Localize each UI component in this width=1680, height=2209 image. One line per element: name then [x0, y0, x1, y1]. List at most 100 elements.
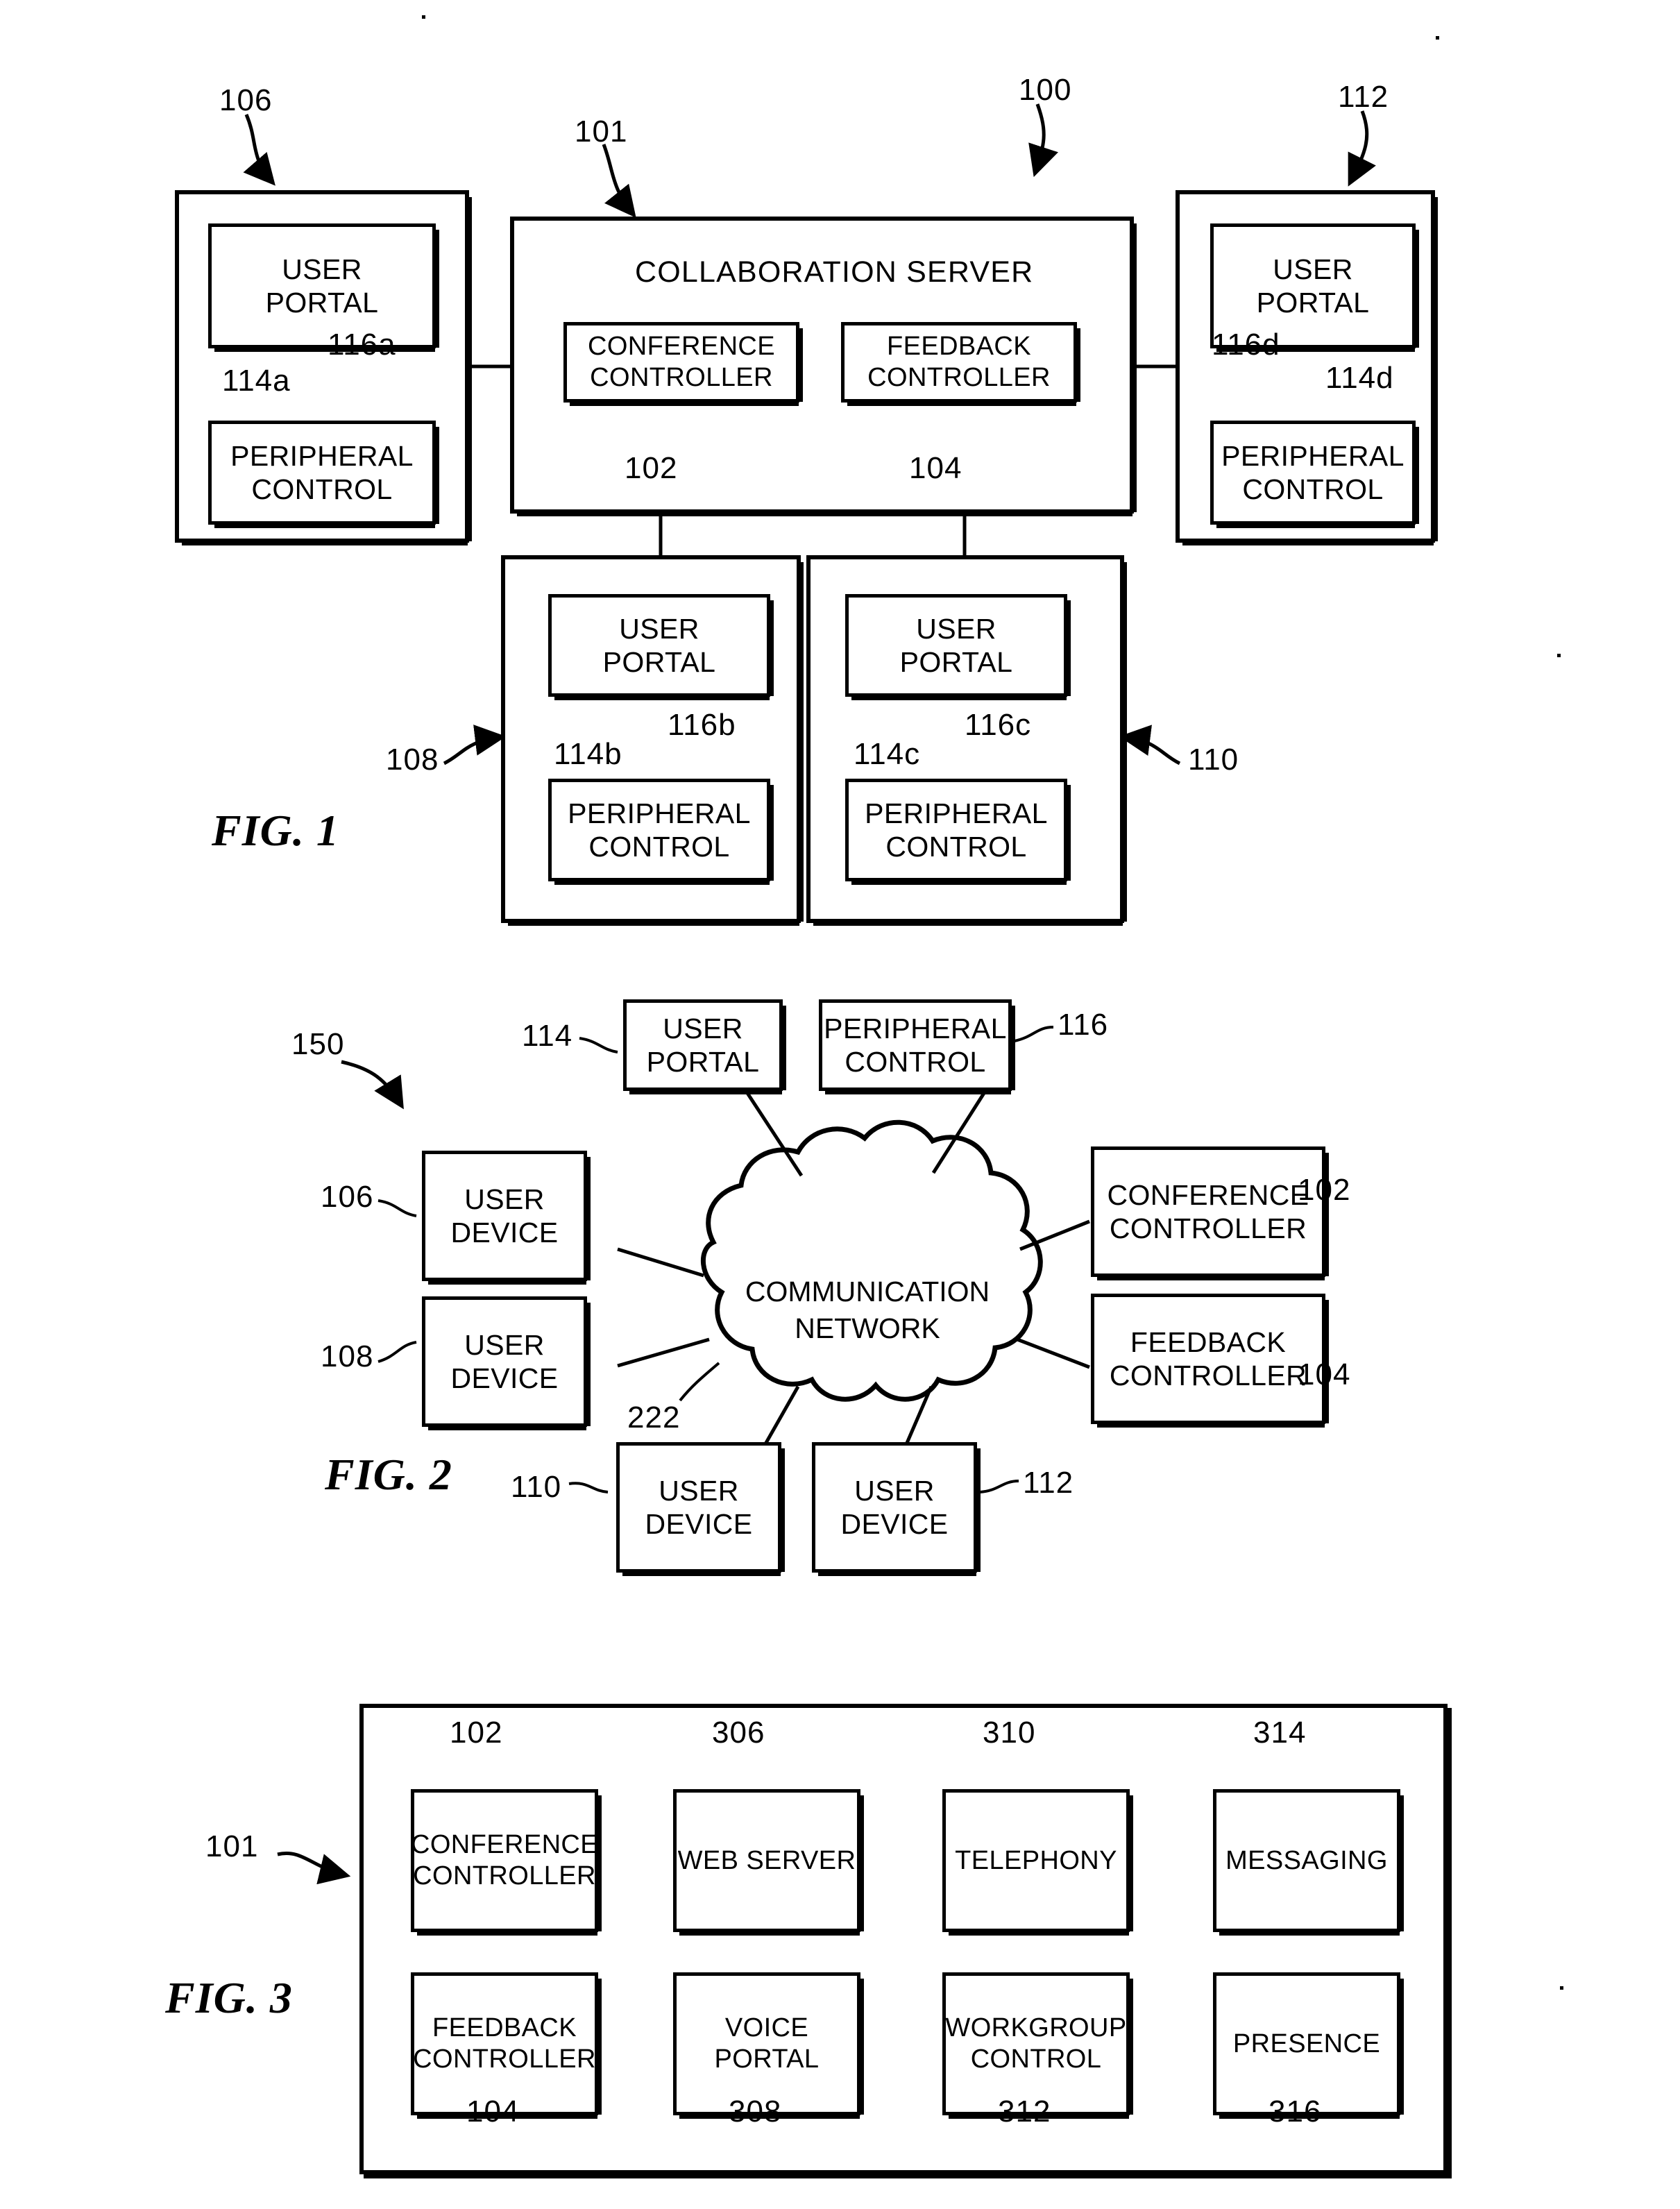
leader-106-fig2 [377, 1199, 417, 1217]
leader-101 [602, 144, 636, 218]
feedback-controller-104[interactable]: FEEDBACK CONTROLLER [841, 322, 1080, 406]
ref-312-fig3: 312 [998, 2094, 1051, 2128]
node-user-device-106-label: USER DEVICE [450, 1183, 559, 1249]
ref-104-fig2: 104 [1298, 1357, 1351, 1391]
ref-106-fig2: 106 [321, 1180, 374, 1214]
fig3-presence-316-label: PRESENCE [1232, 2029, 1381, 2058]
node-user-device-112[interactable]: USER DEVICE [812, 1442, 981, 1576]
spoke-108 [617, 1337, 710, 1368]
peripheral-control-116b[interactable]: PERIPHERAL CONTROL [548, 779, 774, 885]
user-portal-114a-label: USER PORTAL [265, 253, 379, 319]
peripheral-control-116d[interactable]: PERIPHERAL CONTROL [1210, 421, 1419, 528]
peripheral-control-116b-label: PERIPHERAL CONTROL [568, 797, 751, 863]
ref-308-fig3: 308 [729, 2094, 782, 2128]
node-conference-controller-102[interactable]: CONFERENCE CONTROLLER [1091, 1146, 1329, 1280]
fig3-conference-controller-102-label: CONFERENCE CONTROLLER [410, 1830, 599, 1890]
node-user-portal-114-label: USER PORTAL [646, 1012, 760, 1078]
leader-114-fig2 [579, 1037, 618, 1053]
feedback-controller-104-label: FEEDBACK CONTROLLER [867, 332, 1051, 392]
ref-310-fig3: 310 [983, 1716, 1036, 1750]
fig3-feedback-controller-104-label: FEEDBACK CONTROLLER [413, 2013, 596, 2074]
user-portal-114c-label: USER PORTAL [899, 612, 1013, 678]
ref-110-fig2: 110 [511, 1470, 562, 1504]
spoke-106 [617, 1247, 704, 1278]
user-portal-114c[interactable]: USER PORTAL [845, 594, 1071, 700]
fig3-conference-controller-102[interactable]: CONFERENCE CONTROLLER [410, 1789, 602, 1936]
scan-speck [1436, 36, 1439, 40]
node-user-device-108-label: USER DEVICE [450, 1328, 559, 1394]
user-portal-114d-label: USER PORTAL [1256, 253, 1370, 319]
ref-116-fig2: 116 [1058, 1008, 1109, 1042]
leader-106 [243, 114, 275, 186]
user-portal-114b-label: USER PORTAL [602, 612, 716, 678]
ref-116a: 116a [328, 328, 396, 362]
ref-106: 106 [219, 83, 273, 117]
leader-100 [1028, 103, 1058, 178]
ref-114c: 114c [854, 737, 921, 771]
node-peripheral-control-116-label: PERIPHERAL CONTROL [824, 1012, 1007, 1078]
peripheral-control-116d-label: PERIPHERAL CONTROL [1221, 439, 1405, 505]
ref-114b: 114b [554, 737, 622, 771]
node-user-device-108[interactable]: USER DEVICE [422, 1296, 591, 1430]
peripheral-control-116c[interactable]: PERIPHERAL CONTROL [845, 779, 1071, 885]
node-feedback-controller-104[interactable]: FEEDBACK CONTROLLER [1091, 1294, 1329, 1428]
figure-2-caption: FIG. 2 [325, 1450, 452, 1499]
leader-112-fig2 [979, 1480, 1019, 1493]
ref-102-fig3: 102 [450, 1716, 503, 1750]
leader-108 [443, 725, 507, 765]
node-user-device-110[interactable]: USER DEVICE [616, 1442, 785, 1576]
patent-drawing-sheet: USER PORTAL PERIPHERAL CONTROL COLLABORA… [0, 0, 1680, 2209]
user-portal-114a[interactable]: USER PORTAL [208, 223, 439, 352]
spoke-114 [744, 1090, 804, 1177]
ref-116d: 116d [1212, 328, 1280, 362]
user-portal-114b[interactable]: USER PORTAL [548, 594, 774, 700]
ref-114d: 114d [1325, 361, 1394, 395]
ref-314-fig3: 314 [1253, 1716, 1307, 1750]
fig3-container-shadow-bottom [364, 2174, 1452, 2178]
node-user-device-106[interactable]: USER DEVICE [422, 1151, 591, 1285]
ref-104-fig3: 104 [466, 2094, 520, 2128]
node-user-device-110-label: USER DEVICE [645, 1474, 753, 1540]
conference-controller-102-label: CONFERENCE CONTROLLER [587, 332, 776, 392]
ref-112: 112 [1338, 80, 1389, 114]
ref-222: 222 [627, 1400, 681, 1434]
ref-108-fig2: 108 [321, 1339, 374, 1373]
fig3-telephony-310-label: TELEPHONY [955, 1845, 1117, 1875]
peripheral-control-116c-label: PERIPHERAL CONTROL [865, 797, 1048, 863]
node-conference-controller-102-label: CONFERENCE CONTROLLER [1107, 1178, 1309, 1244]
leader-108-fig2 [377, 1341, 417, 1363]
node-user-device-112-label: USER DEVICE [840, 1474, 949, 1540]
collaboration-server-title: COLLABORATION SERVER [635, 255, 1034, 289]
ref-112-fig2: 112 [1023, 1466, 1074, 1500]
fig3-messaging-314[interactable]: MESSAGING [1213, 1789, 1404, 1936]
ref-306-fig3: 306 [712, 1716, 765, 1750]
communication-network-cloud [700, 1119, 1043, 1402]
ref-116c: 116c [965, 708, 1032, 742]
ref-114a: 114a [222, 364, 291, 398]
fig3-telephony-310[interactable]: TELEPHONY [942, 1789, 1133, 1936]
leader-116-fig2 [1014, 1026, 1054, 1042]
peripheral-control-116a[interactable]: PERIPHERAL CONTROL [208, 421, 439, 528]
fig3-web-server-306[interactable]: WEB SERVER [673, 1789, 864, 1936]
node-user-portal-114[interactable]: USER PORTAL [623, 999, 786, 1094]
spoke-102 [1019, 1219, 1090, 1251]
conference-controller-102[interactable]: CONFERENCE CONTROLLER [563, 322, 803, 406]
ref-150: 150 [291, 1027, 345, 1061]
ref-108: 108 [386, 743, 439, 777]
peripheral-control-116a-label: PERIPHERAL CONTROL [230, 439, 414, 505]
scan-speck [1560, 1986, 1563, 1990]
node-peripheral-control-116[interactable]: PERIPHERAL CONTROL [819, 999, 1015, 1094]
ref-114-fig2: 114 [522, 1019, 573, 1053]
spoke-116 [931, 1090, 987, 1174]
spoke-104 [1017, 1337, 1090, 1369]
leader-110 [1119, 725, 1181, 765]
ref-316-fig3: 316 [1269, 2094, 1322, 2128]
ref-102-fig2: 102 [1298, 1173, 1351, 1207]
leader-112 [1348, 110, 1376, 187]
fig3-web-server-306-label: WEB SERVER [677, 1845, 856, 1875]
node-feedback-controller-104-label: FEEDBACK CONTROLLER [1109, 1326, 1307, 1391]
leader-101-fig3 [277, 1852, 351, 1885]
communication-network-label: COMMUNICATION NETWORK [745, 1276, 990, 1345]
scan-speck [422, 15, 425, 19]
ref-116b: 116b [668, 708, 736, 742]
